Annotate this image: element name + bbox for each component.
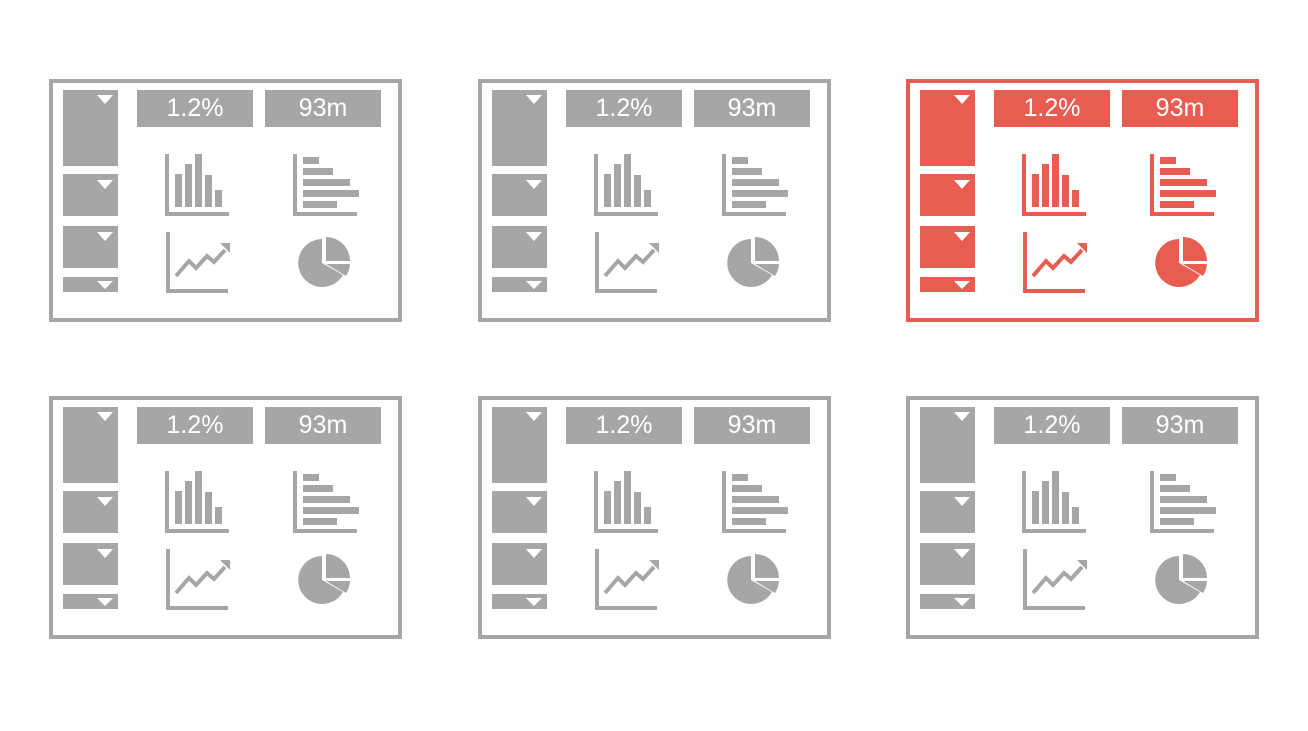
kpi-tile-1: 1.2% [994,90,1110,127]
bar-chart-icon [165,154,229,216]
layout-option-card-2[interactable]: 1.2% 93m [478,79,831,322]
pie-chart-icon [1155,237,1207,287]
bar-chart-icon [165,471,229,533]
horizontal-bar-chart-icon [293,471,359,533]
filter-dropdown-large[interactable] [63,90,118,166]
kpi-tile-1: 1.2% [137,90,253,127]
bar-chart-icon [594,154,658,216]
pie-chart-icon [1155,554,1207,604]
horizontal-bar-chart-icon [722,154,788,216]
kpi-tile-1: 1.2% [137,407,253,444]
dashboard-layout-grid: 1.2% 93m 1.2% 93m 1.2% 93m 1.2% 93m 1.2%… [0,0,1308,731]
horizontal-bar-chart-icon [293,154,359,216]
filter-dropdown-large[interactable] [920,90,975,166]
kpi-tile-2: 93m [1122,90,1238,127]
line-chart-icon [595,232,659,293]
line-chart-icon [166,549,230,610]
filter-dropdown-2[interactable] [920,174,975,216]
kpi-tile-1: 1.2% [566,90,682,127]
filter-dropdown-2[interactable] [920,491,975,533]
horizontal-bar-chart-icon [1150,471,1216,533]
filter-dropdown-3[interactable] [492,543,547,585]
filter-dropdown-3[interactable] [63,226,118,268]
line-chart-icon [1023,232,1087,293]
pie-chart-icon [298,554,350,604]
bar-chart-icon [594,471,658,533]
filter-dropdown-3[interactable] [920,543,975,585]
kpi-tile-1: 1.2% [566,407,682,444]
pie-chart-icon [298,237,350,287]
filter-dropdown-2[interactable] [63,174,118,216]
filter-dropdown-large[interactable] [63,407,118,483]
filter-dropdown-3[interactable] [492,226,547,268]
layout-option-card-4[interactable]: 1.2% 93m [49,396,402,639]
horizontal-bar-chart-icon [1150,154,1216,216]
filter-dropdown-4[interactable] [920,277,975,292]
pie-chart-icon [727,554,779,604]
filter-dropdown-4[interactable] [492,594,547,609]
layout-option-card-6[interactable]: 1.2% 93m [906,396,1259,639]
filter-dropdown-4[interactable] [492,277,547,292]
line-chart-icon [166,232,230,293]
filter-dropdown-large[interactable] [920,407,975,483]
kpi-tile-1: 1.2% [994,407,1110,444]
kpi-tile-2: 93m [1122,407,1238,444]
bar-chart-icon [1022,154,1086,216]
filter-dropdown-large[interactable] [492,407,547,483]
filter-dropdown-2[interactable] [492,174,547,216]
kpi-tile-2: 93m [265,407,381,444]
filter-dropdown-4[interactable] [63,594,118,609]
filter-dropdown-4[interactable] [920,594,975,609]
filter-dropdown-4[interactable] [63,277,118,292]
filter-dropdown-2[interactable] [492,491,547,533]
layout-option-card-3[interactable]: 1.2% 93m [906,79,1259,322]
bar-chart-icon [1022,471,1086,533]
horizontal-bar-chart-icon [722,471,788,533]
filter-dropdown-2[interactable] [63,491,118,533]
filter-dropdown-3[interactable] [63,543,118,585]
layout-option-card-1[interactable]: 1.2% 93m [49,79,402,322]
line-chart-icon [595,549,659,610]
layout-option-card-5[interactable]: 1.2% 93m [478,396,831,639]
kpi-tile-2: 93m [694,407,810,444]
kpi-tile-2: 93m [694,90,810,127]
filter-dropdown-large[interactable] [492,90,547,166]
kpi-tile-2: 93m [265,90,381,127]
line-chart-icon [1023,549,1087,610]
pie-chart-icon [727,237,779,287]
filter-dropdown-3[interactable] [920,226,975,268]
